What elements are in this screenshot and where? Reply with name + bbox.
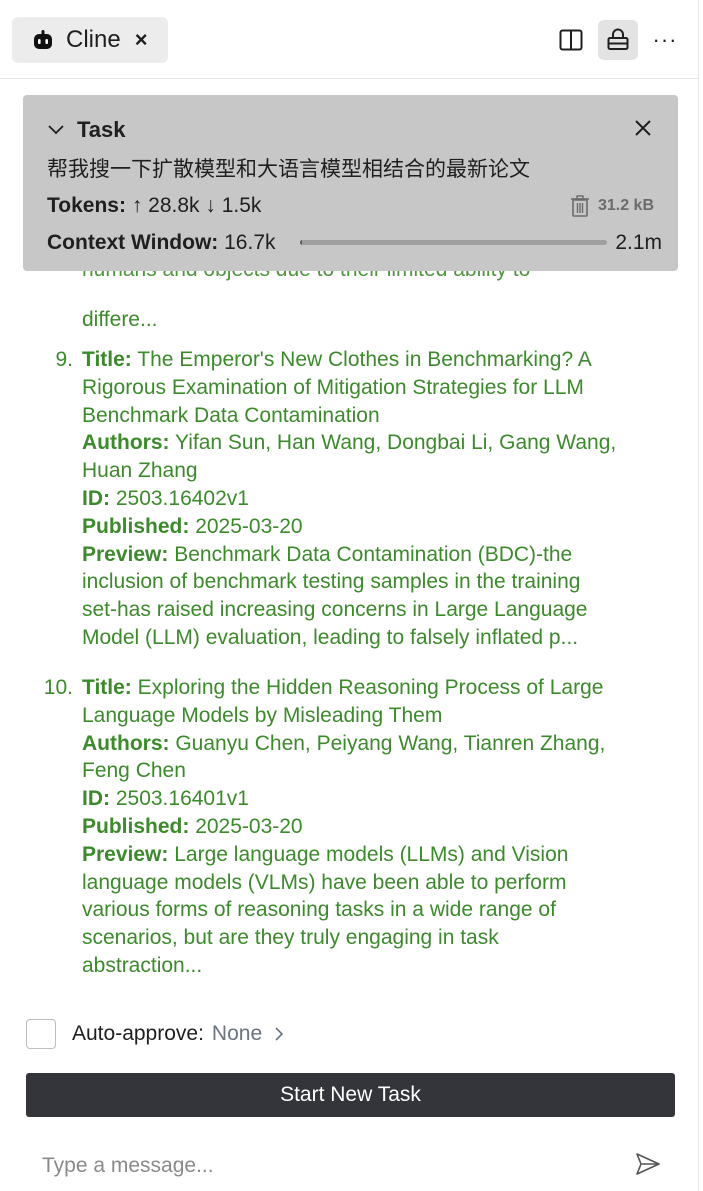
paper-authors: Yifan Sun, Han Wang, Dongbai Li, Gang Wa… (174, 431, 617, 455)
paper-authors: Guanyu Chen, Peiyang Wang, Tianren Zhang… (175, 731, 606, 755)
tokens-down: ↓ 1.5k (205, 194, 262, 217)
tab-bar: Cline × ··· (0, 0, 699, 79)
message-box (26, 1138, 675, 1191)
split-editor-icon (559, 29, 583, 51)
trash-icon[interactable] (570, 195, 590, 217)
paper-title: Benchmark Data Contamination (82, 403, 380, 427)
auto-approve-label: Auto-approve: (72, 1022, 204, 1045)
results-list: humans and objects due to their limited … (0, 260, 699, 990)
paper-preview: scenarios, but are they truly engaging i… (82, 926, 499, 950)
more-icon: ··· (652, 27, 678, 52)
send-icon[interactable] (635, 1152, 661, 1176)
tab-close-icon[interactable]: × (135, 29, 148, 51)
id-label: ID: (82, 787, 110, 811)
task-text: 帮我搜一下扩散模型和大语言模型相结合的最新论文 (47, 158, 530, 181)
paper-title: Exploring the Hidden Reasoning Process o… (137, 676, 604, 699)
chevron-down-icon (48, 125, 64, 135)
message-input[interactable] (26, 1138, 604, 1191)
paper-published: 2025-03-20 (195, 514, 303, 538)
paper-preview: Model (LLM) evaluation, leading to false… (82, 625, 579, 649)
tab-label: Cline (66, 26, 121, 53)
context-max: 2.1m (615, 231, 662, 254)
paper-published: 2025-03-20 (195, 814, 303, 838)
title-label: Title: (82, 348, 132, 371)
paper-authors: Huan Zhang (82, 459, 198, 483)
close-task-icon[interactable] (634, 119, 652, 137)
context-progress-bar (300, 240, 607, 245)
paper-preview: language models (VLMs) have been able to… (82, 870, 567, 894)
preview-label: Preview: (82, 842, 169, 866)
id-label: ID: (82, 486, 110, 510)
split-editor-button[interactable] (551, 20, 591, 60)
paper-preview: set-has raised increasing concerns in La… (82, 598, 588, 622)
title-label: Title: (82, 676, 132, 699)
preview-label: Preview: (82, 542, 169, 566)
auto-approve-row[interactable]: Auto-approve: None (26, 1019, 284, 1049)
task-title: Task (77, 117, 126, 142)
previous-preview-tail: differe... (82, 308, 158, 331)
context-progress-fill (300, 240, 303, 245)
start-new-task-button[interactable]: Start New Task (26, 1073, 675, 1117)
paper-title: Rigorous Examination of Mitigation Strat… (82, 375, 584, 399)
paper-id: 2503.16402v1 (115, 486, 249, 510)
task-size: 31.2 kB (570, 195, 654, 217)
robot-icon (34, 30, 52, 49)
more-actions-button[interactable]: ··· (645, 20, 685, 60)
task-toggle[interactable]: Task (47, 117, 126, 143)
list-number: 9. (55, 348, 73, 371)
published-label: Published: (82, 814, 190, 838)
paper-preview: Benchmark Data Contamination (BDC)-the (174, 542, 573, 566)
paper-preview: abstraction... (82, 953, 203, 977)
chevron-right-icon[interactable] (274, 1026, 284, 1042)
paper-id: 2503.16401v1 (115, 787, 249, 811)
paper-title: The Emperor's New Clothes in Benchmarkin… (137, 348, 592, 371)
published-label: Published: (82, 514, 190, 538)
paper-authors: Feng Chen (82, 759, 186, 783)
auto-approve-checkbox[interactable] (26, 1019, 56, 1049)
paper-preview: various forms of reasoning tasks in a wi… (82, 898, 556, 922)
context-label: Context Window: (47, 231, 219, 254)
lock-button[interactable] (598, 20, 638, 60)
paper-preview: Large language models (LLMs) and Vision (174, 842, 569, 866)
list-number: 10. (43, 676, 73, 699)
task-size-value: 31.2 kB (597, 197, 654, 214)
task-header: Task 帮我搜一下扩散模型和大语言模型相结合的最新论文 Tokens: ↑ 2… (23, 95, 678, 271)
cline-panel: Cline × ··· Task 帮我搜一下扩散模型和大语言模型相结合的最新论文… (0, 0, 703, 1191)
tokens-label: Tokens: (47, 194, 126, 217)
paper-title: Language Models by Misleading Them (82, 703, 443, 727)
authors-label: Authors: (82, 431, 170, 455)
context-window-info: Context Window: 16.7k (47, 231, 276, 255)
context-used: 16.7k (224, 231, 276, 254)
lock-icon (607, 28, 629, 50)
tokens-up: ↑ 28.8k (131, 194, 200, 217)
tab-cline[interactable]: Cline × (12, 17, 168, 63)
paper-preview: inclusion of benchmark testing samples i… (82, 570, 581, 594)
auto-approve-value[interactable]: None (212, 1022, 262, 1046)
tokens-info: Tokens: ↑ 28.8k ↓ 1.5k (47, 194, 261, 218)
authors-label: Authors: (82, 731, 170, 755)
